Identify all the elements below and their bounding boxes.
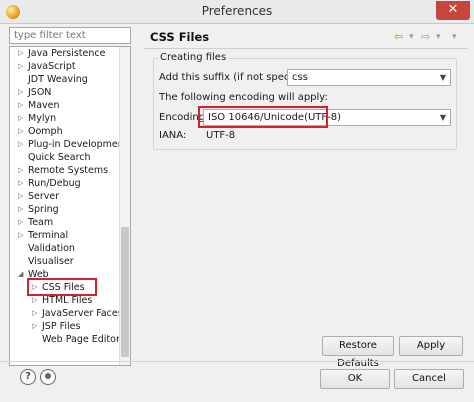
back-arrow-icon[interactable]: ⇦ <box>394 30 403 43</box>
tree-item[interactable]: ▷ Mylyn <box>10 112 121 125</box>
tree-item-label: JavaServer Faces To <box>42 308 131 319</box>
tree-item[interactable]: Visualiser <box>10 255 121 268</box>
collapsed-arrow-icon[interactable]: ▷ <box>18 216 26 229</box>
tree-item-label: JSP Files <box>42 321 81 332</box>
tree-item[interactable]: ▷ Oomph <box>10 125 121 138</box>
tree-item-label: Visualiser <box>28 256 74 267</box>
collapsed-arrow-icon[interactable]: ▷ <box>18 125 26 138</box>
window-titlebar: Preferences ✕ <box>0 0 474 24</box>
collapsed-arrow-icon[interactable]: ▷ <box>18 86 26 99</box>
tree-item-label: Java Persistence <box>28 48 106 59</box>
tree-item-label: Plug-in Development <box>28 139 128 150</box>
collapsed-arrow-icon[interactable]: ▷ <box>18 190 26 203</box>
tree-item[interactable]: ▷ Maven <box>10 99 121 112</box>
encoding-intro-label: The following encoding will apply: <box>159 92 328 103</box>
collapsed-arrow-icon[interactable]: ▷ <box>32 307 40 320</box>
collapsed-arrow-icon[interactable]: ▷ <box>18 47 26 60</box>
collapsed-arrow-icon[interactable]: ▷ <box>18 60 26 73</box>
tree-item[interactable]: ▷ Remote Systems <box>10 164 121 177</box>
collapsed-arrow-icon[interactable]: ▷ <box>18 177 26 190</box>
window-title: Preferences <box>201 4 273 18</box>
tree-item[interactable]: Validation <box>10 242 121 255</box>
suffix-value: css <box>292 72 308 83</box>
tree-scrollbar[interactable] <box>119 47 130 365</box>
tree-item-label: Server <box>28 191 60 202</box>
back-menu-icon[interactable]: ▾ <box>409 32 414 42</box>
tree-item-label: Spring <box>28 204 59 215</box>
tree-item[interactable]: ▷ JSP Files <box>10 320 121 333</box>
header-separator <box>144 48 468 49</box>
page-title: CSS Files <box>150 30 210 44</box>
expanded-arrow-icon[interactable]: ◢ <box>18 268 26 281</box>
tree-item-label: Remote Systems <box>28 165 109 176</box>
help-icon[interactable]: ? <box>20 369 36 385</box>
collapsed-arrow-icon[interactable]: ▷ <box>18 138 26 151</box>
cancel-button[interactable]: Cancel <box>394 369 464 389</box>
chevron-down-icon: ▼ <box>439 113 446 122</box>
tree-item[interactable]: ▷ Team <box>10 216 121 229</box>
chevron-down-icon: ▼ <box>439 73 446 82</box>
close-icon[interactable]: ✕ <box>436 1 470 20</box>
group-title: Creating files <box>158 52 229 63</box>
iana-label: IANA: <box>159 130 187 141</box>
collapsed-arrow-icon[interactable]: ▷ <box>18 112 26 125</box>
tree-item[interactable]: ▷ Plug-in Development <box>10 138 127 151</box>
view-menu-icon[interactable]: ▾ <box>452 32 457 42</box>
record-dot-icon <box>45 373 51 379</box>
iana-value: UTF-8 <box>206 130 236 141</box>
collapsed-arrow-icon[interactable]: ▷ <box>18 164 26 177</box>
collapsed-arrow-icon[interactable]: ▷ <box>18 203 26 216</box>
collapsed-arrow-icon[interactable]: ▷ <box>32 320 40 333</box>
tree-item-label: JavaScript <box>28 61 76 72</box>
tree-item[interactable]: ▷ JavaScript <box>10 60 121 73</box>
collapsed-arrow-icon[interactable]: ▷ <box>18 99 26 112</box>
tree-item[interactable]: ▷ JavaServer Faces To <box>10 307 130 320</box>
forward-menu-icon[interactable]: ▾ <box>436 32 441 42</box>
tree-item-label: Validation <box>28 243 75 254</box>
preferences-tree: ▷ Java Persistence ▷ JavaScript JDT Weaving ▷… <box>9 46 131 366</box>
css-files-highlight <box>27 278 97 296</box>
tree-item-label: Team <box>28 217 54 228</box>
tree-item-label: Oomph <box>28 126 63 137</box>
tree-items: ▷ Java Persistence ▷ JavaScript JDT Weaving ▷… <box>10 47 130 346</box>
tree-item[interactable]: ▷ Server <box>10 190 121 203</box>
import-export-icon[interactable] <box>40 369 56 385</box>
tree-item-label: Maven <box>28 100 60 111</box>
tree-item[interactable]: Quick Search <box>10 151 121 164</box>
tree-item-label: JDT Weaving <box>28 74 88 85</box>
tree-item-label: Quick Search <box>28 152 91 163</box>
restore-defaults-button[interactable]: Restore Defaults <box>322 336 394 369</box>
dialog-client: ▷Java Persistence▷JavaScriptJDT Weaving▷… <box>0 24 474 402</box>
tree-item[interactable]: ▷ Terminal <box>10 229 121 242</box>
forward-arrow-icon[interactable]: ⇨ <box>421 30 430 43</box>
tree-item[interactable]: ▷ Java Persistence <box>10 47 121 60</box>
footer-separator <box>0 361 474 362</box>
encoding-highlight <box>198 106 328 128</box>
suffix-combo[interactable]: css ▼ <box>287 69 451 86</box>
tree-item-label: Run/Debug <box>28 178 81 189</box>
tree-item-label: Mylyn <box>28 113 57 124</box>
tree-scroll-thumb[interactable] <box>121 227 129 357</box>
tree-item[interactable]: Web Page Editor <box>10 333 121 346</box>
apply-button[interactable]: Apply <box>399 336 463 356</box>
collapsed-arrow-icon[interactable]: ▷ <box>18 229 26 242</box>
tree-item-label: JSON <box>28 87 52 98</box>
filter-input[interactable] <box>9 27 131 44</box>
tree-item[interactable]: ▷ Spring <box>10 203 121 216</box>
tree-item[interactable]: ▷ Run/Debug <box>10 177 121 190</box>
tree-item[interactable]: ▷ JSON <box>10 86 121 99</box>
ok-button[interactable]: OK <box>320 369 390 389</box>
tree-item[interactable]: JDT Weaving <box>10 73 121 86</box>
tree-item-label: Web Page Editor <box>42 334 120 345</box>
tree-item-label: Terminal <box>28 230 69 241</box>
